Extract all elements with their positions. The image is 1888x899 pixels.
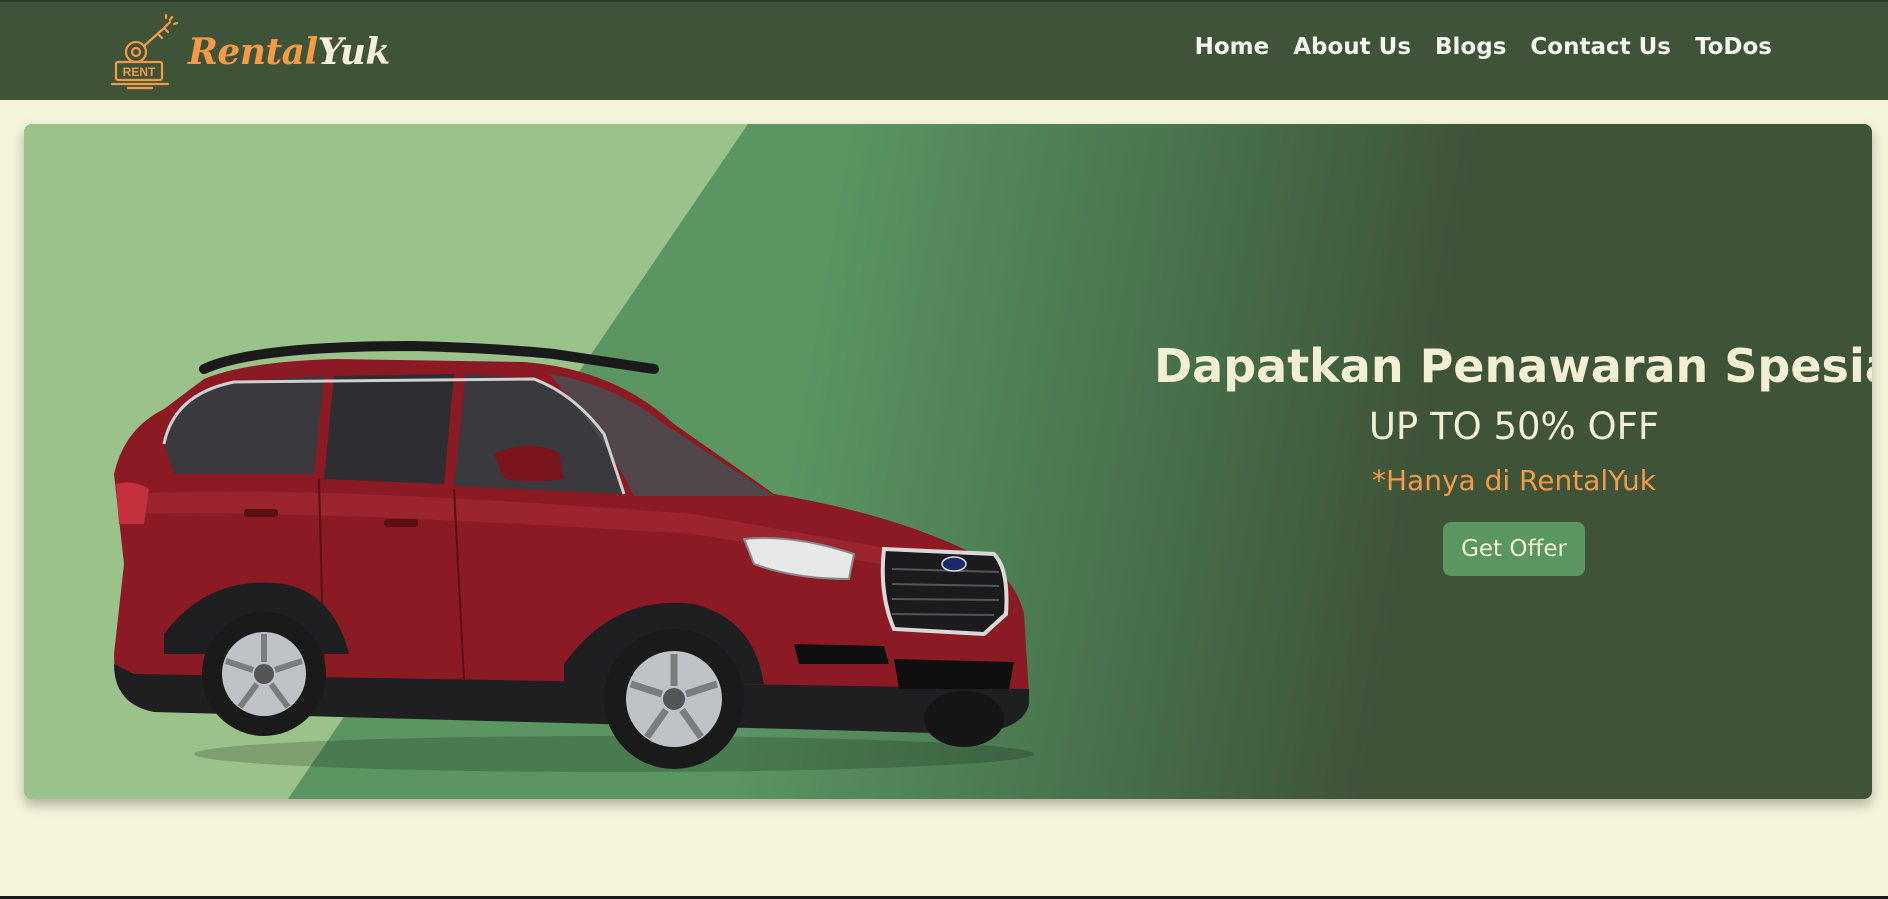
- hero-title: Dapatkan Penawaran Spesial: [1154, 339, 1872, 393]
- hero-note: *Hanya di RentalYuk: [1372, 464, 1656, 497]
- brand-name-part1: Rental: [188, 31, 318, 73]
- nav-item-about-us[interactable]: About Us: [1293, 34, 1411, 60]
- get-offer-button[interactable]: Get Offer: [1443, 522, 1585, 576]
- red-suv-car-image: [114, 340, 1034, 772]
- nav-item-contact-us[interactable]: Contact Us: [1530, 34, 1671, 60]
- hero-banner: Dapatkan Penawaran Spesial UP TO 50% OFF…: [24, 124, 1872, 799]
- nav-item-todos[interactable]: ToDos: [1695, 34, 1772, 60]
- nav-links: Home About Us Blogs Contact Us ToDos: [1195, 34, 1772, 60]
- logo-badge-text: RENT: [123, 65, 156, 79]
- key-icon: RENT: [110, 14, 179, 90]
- brand-name-part2: Yuk: [317, 31, 391, 73]
- brand-name: RentalYuk: [188, 31, 390, 73]
- nav-item-home[interactable]: Home: [1195, 34, 1270, 60]
- nav-item-blogs[interactable]: Blogs: [1435, 34, 1506, 60]
- navbar: RENT RentalYuk Home About Us Blogs Conta…: [0, 0, 1888, 100]
- hero-text-block: Dapatkan Penawaran Spesial UP TO 50% OFF…: [1154, 334, 1872, 576]
- brand-logo[interactable]: RENT RentalYuk: [108, 14, 390, 90]
- hero-subtitle: UP TO 50% OFF: [1368, 405, 1660, 448]
